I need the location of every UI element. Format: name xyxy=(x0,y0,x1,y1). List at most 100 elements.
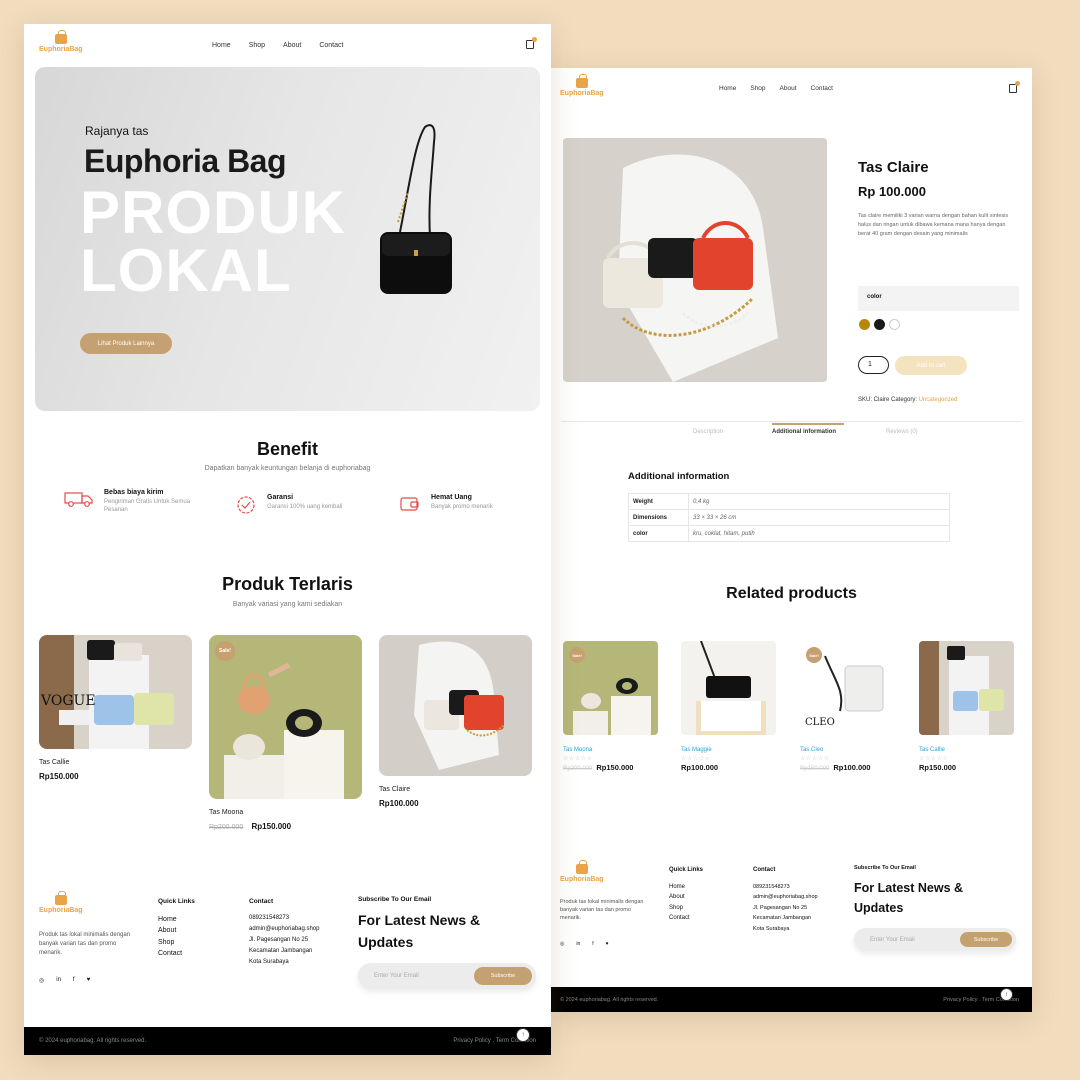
category-link[interactable]: Uncategorized xyxy=(919,397,958,403)
add-to-cart-button[interactable]: Add to cart xyxy=(895,356,967,375)
product-image[interactable]: VOGUE xyxy=(39,635,192,749)
quick-links: Quick Links Home About Shop Contact xyxy=(669,865,703,924)
product-image[interactable]: Sale! xyxy=(563,641,658,735)
color-swatch-white[interactable] xyxy=(889,319,900,330)
contact-phone: 089231548273 xyxy=(753,883,790,890)
facebook-icon[interactable]: f xyxy=(73,977,75,984)
product-image[interactable]: CLEO Sale! xyxy=(800,641,895,735)
product-price: Rp200.000 Rp150.000 xyxy=(563,763,658,772)
product-price-value: Rp150.000 xyxy=(39,772,79,781)
product-name[interactable]: Tas Cleo xyxy=(800,747,895,753)
back-to-top-button[interactable]: ↑ xyxy=(516,1028,530,1042)
email-input[interactable]: Enter Your Email xyxy=(870,937,915,943)
email-input[interactable]: Enter Your Email xyxy=(374,973,419,979)
product-card[interactable]: Sale! Tas Moona Rp200.000 Rp150.000 xyxy=(209,635,362,831)
newsletter-heading-line: Updates xyxy=(854,901,904,915)
footer-link-home[interactable]: Home xyxy=(669,882,703,893)
contact-email[interactable]: admin@euphoriabag.shop xyxy=(753,892,818,903)
product-name[interactable]: Tas Callie xyxy=(919,747,1014,753)
footer-logo[interactable]: EuphoriaBag xyxy=(39,891,83,914)
linkedin-icon[interactable]: in xyxy=(56,977,61,984)
attr-value: kru, coklat, hitam, putih xyxy=(688,525,950,542)
footer-link-contact[interactable]: Contact xyxy=(669,913,703,924)
benefit-desc-text: Banyak promo menarik xyxy=(431,504,493,510)
footer-link-shop[interactable]: Shop xyxy=(669,903,703,914)
hero-subtitle: Rajanya tas xyxy=(85,124,149,138)
additional-info-title: Additional information xyxy=(628,471,730,482)
contact-address: Jl. Pagesangan No 25 xyxy=(753,904,808,911)
nav-about[interactable]: About xyxy=(780,85,797,92)
table-row: Dimensions 33 × 33 × 26 cm xyxy=(628,509,950,526)
subscribe-button[interactable]: Subscribe xyxy=(474,967,532,985)
additional-info-table: Weight 0,4 kg Dimensions 33 × 33 × 26 cm c… xyxy=(628,493,950,542)
brand-logo[interactable]: EuphoriaBag xyxy=(560,74,604,97)
footer-logo[interactable]: EuphoriaBag xyxy=(560,860,604,883)
related-product-card[interactable]: CLEO Sale! Tas Cleo ☆☆☆☆☆ Rp150.000 Rp100… xyxy=(800,641,895,772)
hero-banner: Rajanya tas Euphoria Bag PRODUK LOKAL Li… xyxy=(35,67,540,411)
product-name[interactable]: Tas Moona xyxy=(209,809,362,816)
related-products-title: Related products xyxy=(726,585,857,602)
tab-additional-information[interactable]: Additional information xyxy=(772,429,836,435)
footer-link-shop[interactable]: Shop xyxy=(158,937,195,949)
back-to-top-button[interactable]: ↑ xyxy=(1000,988,1013,1001)
color-swatch-black[interactable] xyxy=(874,319,885,330)
bag-logo-icon xyxy=(575,860,588,874)
product-price-value: Rp100.000 xyxy=(681,763,719,772)
subscribe-button[interactable]: Subscribe xyxy=(960,932,1012,947)
attr-value: 0,4 kg xyxy=(688,493,950,510)
facebook-icon[interactable]: f xyxy=(592,941,593,947)
brand-logo[interactable]: EuphoriaBag xyxy=(39,30,83,53)
related-product-card[interactable]: Tas Callie ☆☆☆☆☆ Rp150.000 xyxy=(919,641,1014,772)
product-image[interactable] xyxy=(379,635,532,776)
twitter-icon[interactable]: ♥ xyxy=(87,977,91,984)
nav-contact[interactable]: Contact xyxy=(319,42,343,49)
contact-address: Kota Surabaya xyxy=(249,959,289,965)
product-price: Rp100.000 xyxy=(379,799,532,808)
product-image[interactable]: Sale! xyxy=(209,635,362,799)
footer-link-contact[interactable]: Contact xyxy=(158,948,195,960)
nav-shop[interactable]: Shop xyxy=(750,85,765,92)
footer-link-home[interactable]: Home xyxy=(158,914,195,926)
nav-about[interactable]: About xyxy=(283,42,301,49)
cart-icon[interactable] xyxy=(526,37,537,49)
product-card[interactable]: Tas Claire Rp100.000 xyxy=(379,635,532,808)
truck-icon xyxy=(64,492,93,507)
bestsellers-title: Produk Terlaris xyxy=(222,574,353,594)
footer-contact: Contact 089231548273 admin@euphoriabag.s… xyxy=(249,896,319,968)
product-name[interactable]: Tas Moona xyxy=(563,747,658,753)
brand-name: EuphoriaBag xyxy=(39,46,83,53)
nav-shop[interactable]: Shop xyxy=(249,42,265,49)
hero-cta-button[interactable]: Lihat Produk Lainnya xyxy=(80,333,172,354)
instagram-icon[interactable]: ◎ xyxy=(560,941,564,947)
product-name[interactable]: Tas Claire xyxy=(379,786,532,793)
linkedin-icon[interactable]: in xyxy=(576,941,580,947)
tab-description[interactable]: Description xyxy=(693,429,723,435)
product-main-image[interactable] xyxy=(563,138,827,382)
cart-icon[interactable] xyxy=(1009,81,1020,93)
nav-contact[interactable]: Contact xyxy=(811,85,833,92)
contact-email[interactable]: admin@euphoriabag.shop xyxy=(249,924,319,935)
tab-reviews[interactable]: Reviews (0) xyxy=(886,429,918,435)
product-image[interactable] xyxy=(681,641,776,735)
instagram-icon[interactable]: ◎ xyxy=(39,977,44,984)
twitter-icon[interactable]: ♥ xyxy=(606,941,609,947)
footer-link-about[interactable]: About xyxy=(669,892,703,903)
related-product-card[interactable]: Tas Maggie ☆☆☆☆☆ Rp100.000 xyxy=(681,641,776,772)
main-nav: Home Shop About Contact xyxy=(212,42,343,49)
product-price-value: Rp150.000 xyxy=(919,763,957,772)
product-card[interactable]: VOGUE Tas Callie Rp150.000 xyxy=(39,635,192,781)
color-swatch-brown[interactable] xyxy=(859,319,870,330)
nav-home[interactable]: Home xyxy=(212,42,231,49)
quantity-input[interactable]: 1 xyxy=(858,356,889,374)
contact-address: Kecamatan Jambangan xyxy=(753,915,812,921)
related-product-card[interactable]: Sale! Tas Moona ☆☆☆☆☆ Rp200.000 Rp150.000 xyxy=(563,641,658,772)
nav-home[interactable]: Home xyxy=(719,85,736,92)
benefit-title: Benefit xyxy=(256,439,318,459)
product-name[interactable]: Tas Maggie xyxy=(681,747,776,753)
color-select[interactable]: color xyxy=(858,286,1019,311)
product-name[interactable]: Tas Callie xyxy=(39,759,192,766)
product-image[interactable] xyxy=(919,641,1014,735)
footer-link-about[interactable]: About xyxy=(158,925,195,937)
badge-icon xyxy=(237,496,255,514)
attr-key: Weight xyxy=(628,493,689,510)
